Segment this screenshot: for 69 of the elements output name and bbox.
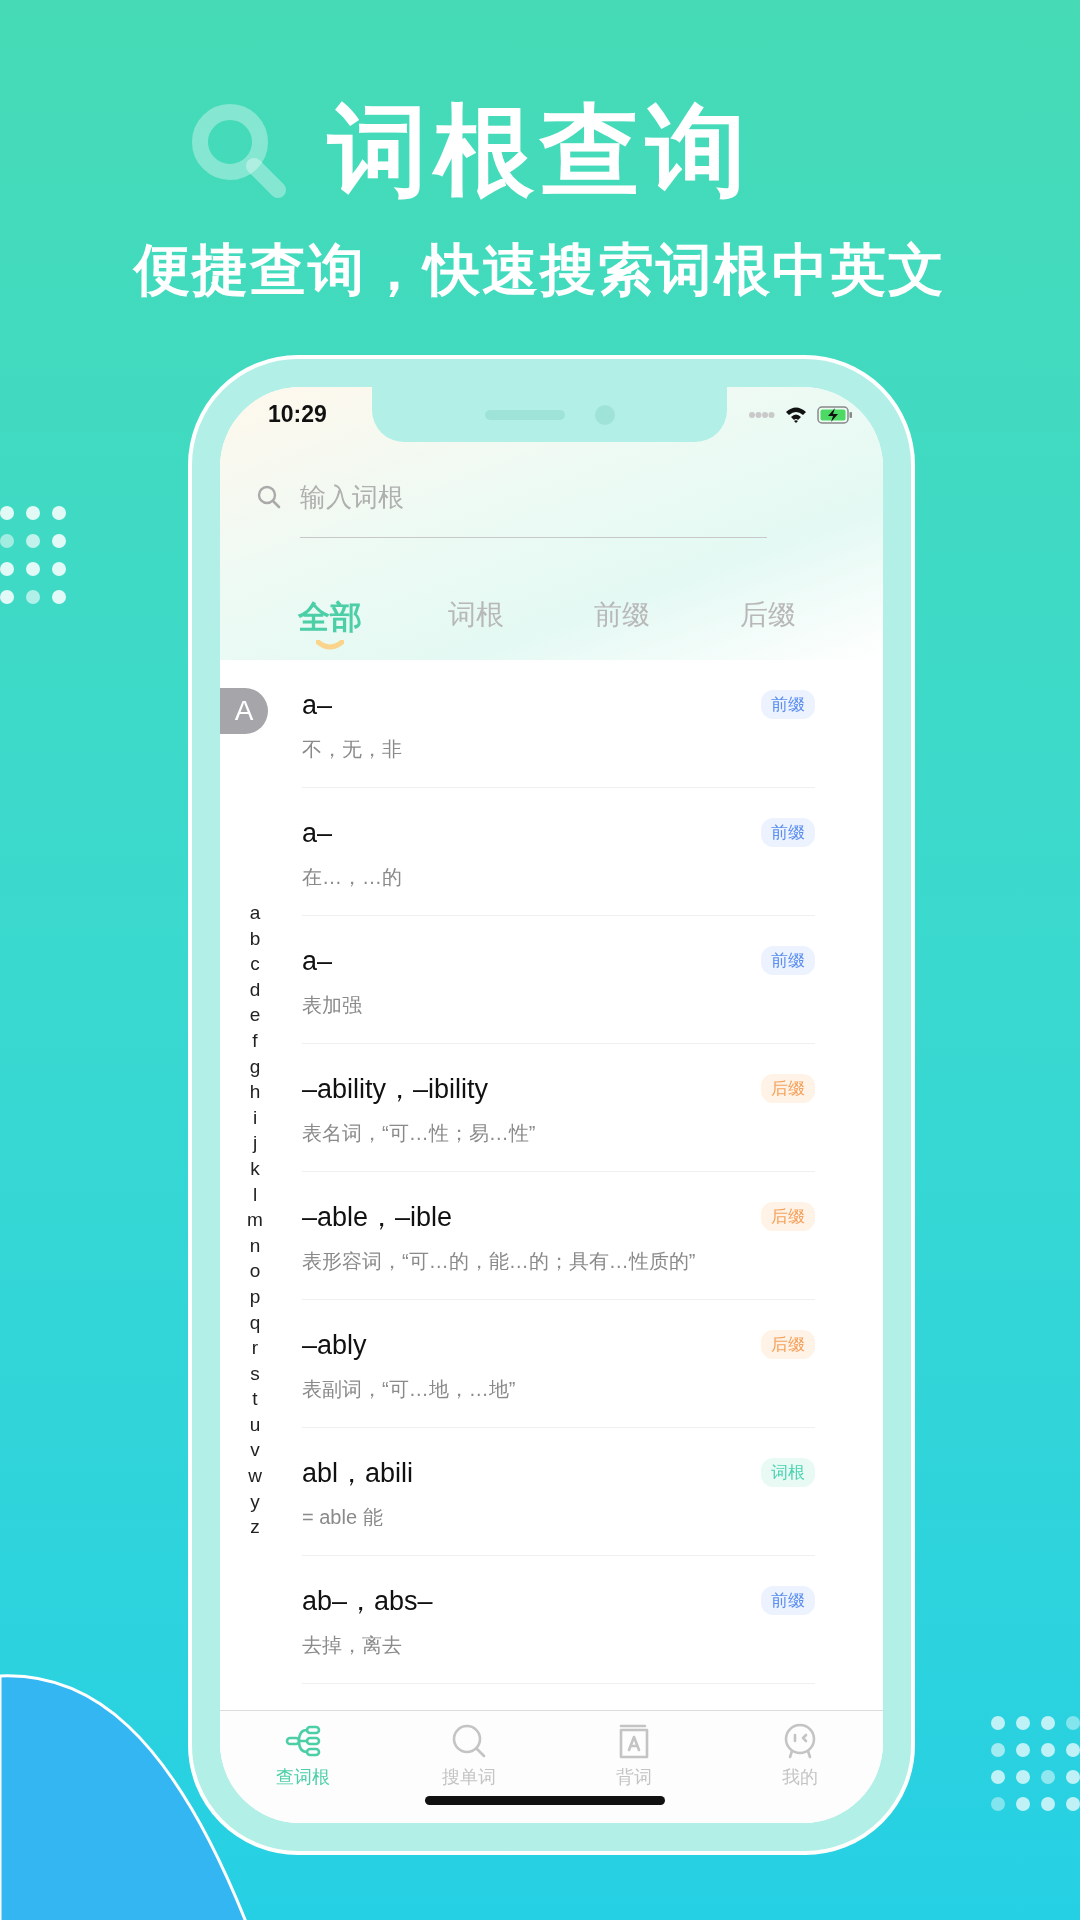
index-letter[interactable]: o (249, 1258, 261, 1284)
search-icon (450, 1723, 487, 1759)
tab-indicator-icon (316, 640, 344, 650)
type-tag: 后缀 (761, 1202, 815, 1231)
index-letter[interactable]: b (249, 925, 261, 952)
index-letter[interactable]: n (249, 1232, 261, 1259)
type-tag: 前缀 (761, 1586, 815, 1615)
index-letter[interactable]: m (247, 1207, 263, 1233)
entry-term: a– (302, 817, 334, 850)
index-letter[interactable]: c (250, 951, 260, 977)
type-tag: 前缀 (761, 946, 815, 975)
index-letter[interactable]: u (249, 1411, 261, 1438)
entry-meaning: 表名词，“可…性；易…性” (302, 1121, 536, 1146)
index-letter[interactable]: r (251, 1335, 259, 1361)
tree-icon (284, 1723, 321, 1759)
entry-meaning: 去掉，离去 (302, 1633, 403, 1658)
page-title: 词根查询 (328, 95, 752, 205)
index-letter[interactable]: e (249, 1002, 261, 1028)
entry-term: a– (302, 945, 334, 978)
index-letter[interactable]: i (252, 1104, 258, 1131)
index-letter[interactable]: g (249, 1053, 261, 1080)
index-letter[interactable]: q (249, 1309, 261, 1336)
index-letter[interactable]: z (250, 1514, 260, 1540)
index-letter[interactable]: s (250, 1360, 260, 1387)
status-time: 10:29 (268, 401, 327, 428)
page-subtitle: 便捷查询，快速搜索词根中英文 (134, 237, 946, 303)
search-field[interactable]: 输入词根 (300, 478, 600, 517)
entry-row[interactable]: a– 表加强 前缀 (302, 916, 815, 1044)
entry-term: a– (302, 689, 334, 722)
entry-meaning: 在…，…的 (302, 865, 402, 890)
entry-term: ab–，abs– (302, 1585, 433, 1618)
entry-row[interactable]: –able，–ible 表形容词，“可…的，能…的；具有…性质的” 后缀 (302, 1172, 815, 1300)
battery-icon (817, 405, 853, 424)
index-letter[interactable]: y (250, 1488, 260, 1515)
index-letter[interactable]: k (250, 1155, 260, 1182)
index-letter[interactable]: f (252, 1027, 258, 1054)
type-tag: 后缀 (761, 1330, 815, 1359)
type-tag: 前缀 (761, 690, 815, 719)
entry-term: abl，abili (302, 1457, 414, 1490)
entry-row[interactable]: a– 不，无，非 前缀 (302, 660, 815, 788)
entry-row[interactable]: –ably 表副词，“可…地，…地” 后缀 (302, 1300, 815, 1428)
type-tag: 词根 (761, 1458, 815, 1487)
index-letter[interactable]: v (250, 1437, 260, 1464)
section-letter-badge: A (220, 688, 268, 734)
entry-row[interactable]: abl，abili = able 能 词根 (302, 1428, 815, 1556)
index-letter[interactable]: h (249, 1079, 261, 1105)
index-letter[interactable]: p (249, 1283, 261, 1310)
index-letter[interactable]: t (252, 1386, 258, 1412)
entry-meaning: = able 能 (302, 1505, 384, 1530)
entry-row[interactable]: ab–，abs– 去掉，离去 前缀 (302, 1556, 815, 1684)
entry-term: –ably (302, 1329, 368, 1362)
wifi-icon (785, 406, 807, 423)
type-tag: 后缀 (761, 1074, 815, 1103)
index-letter[interactable]: w (248, 1463, 262, 1489)
entry-term: –able，–ible (302, 1201, 454, 1234)
entry-row[interactable]: –ability，–ibility 表名词，“可…性；易…性” 后缀 (302, 1044, 815, 1172)
index-letter[interactable]: j (252, 1130, 258, 1156)
search-icon (256, 484, 282, 510)
entry-meaning: 不，无，非 (302, 737, 402, 762)
signal-icon (749, 410, 775, 419)
entry-meaning: 表副词，“可…地，…地” (302, 1377, 516, 1402)
entry-term: –ability，–ibility (302, 1073, 490, 1106)
index-letter[interactable]: a (249, 900, 261, 926)
entry-row[interactable]: a– 在…，…的 前缀 (302, 788, 815, 916)
index-letter[interactable]: d (249, 976, 261, 1003)
index-letter[interactable]: l (252, 1181, 258, 1208)
entry-meaning: 表形容词，“可…的，能…的；具有…性质的” (302, 1249, 696, 1274)
type-tag: 前缀 (761, 818, 815, 847)
entry-meaning: 表加强 (302, 993, 362, 1018)
